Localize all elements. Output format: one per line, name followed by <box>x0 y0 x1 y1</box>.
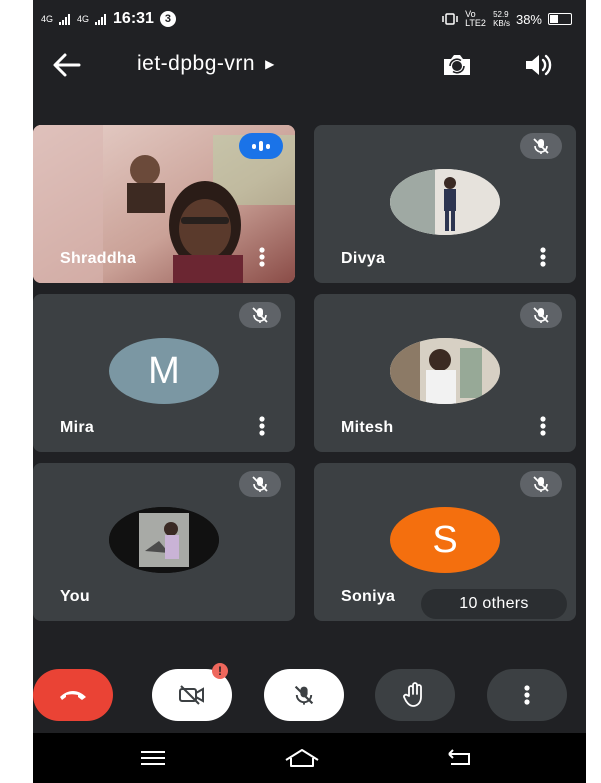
participant-name: Divya <box>341 250 386 267</box>
participant-name: Soniya <box>341 588 396 605</box>
others-count-chip[interactable]: 10 others <box>421 589 567 619</box>
mic-off-icon <box>294 685 314 705</box>
mic-off-icon <box>239 302 281 328</box>
participant-name: You <box>60 588 90 605</box>
participant-name: Mitesh <box>341 419 394 436</box>
mic-off-icon <box>239 471 281 497</box>
back-arrow-icon[interactable] <box>51 52 81 78</box>
speaking-indicator <box>239 133 283 159</box>
signal-icon <box>95 13 107 25</box>
network-indicator-1: 4G <box>41 13 54 24</box>
meeting-title[interactable]: iet-dpbg-vrn ▶ <box>137 52 275 76</box>
avatar <box>390 338 500 404</box>
battery-percent: 38% <box>515 11 542 27</box>
chevron-right-icon: ▶ <box>265 57 275 71</box>
avatar: S <box>390 507 500 573</box>
more-vert-icon[interactable] <box>540 416 546 436</box>
call-controls: ! <box>33 663 586 725</box>
mic-off-icon <box>520 302 562 328</box>
meeting-code: iet-dpbg-vrn <box>137 52 256 75</box>
network-indicator-2: 4G <box>77 13 90 24</box>
camera-off-icon <box>179 685 204 705</box>
status-bar: 4G 4G 16:31 3 Vo LTE2 52.9 KB/s 38% <box>33 0 586 42</box>
battery-icon <box>548 13 572 25</box>
raise-hand-button[interactable] <box>375 669 455 721</box>
end-call-button[interactable] <box>33 669 113 721</box>
phone-screen: 4G 4G 16:31 3 Vo LTE2 52.9 KB/s 38% iet-… <box>33 0 586 783</box>
more-options-icon <box>524 685 530 705</box>
mic-off-icon <box>520 471 562 497</box>
signal-icon <box>59 13 71 25</box>
participant-name: Shraddha <box>60 250 137 267</box>
avatar <box>390 169 500 235</box>
mic-toggle-button[interactable] <box>264 669 344 721</box>
participant-tile-you[interactable]: You <box>33 463 295 621</box>
participant-tile-mitesh[interactable]: Mitesh <box>314 294 576 452</box>
more-vert-icon[interactable] <box>259 416 265 436</box>
clock: 16:31 <box>113 10 154 27</box>
data-speed: 52.9 KB/s <box>493 10 510 28</box>
more-vert-icon[interactable] <box>540 247 546 267</box>
avatar <box>109 507 219 573</box>
vibrate-icon <box>442 13 458 25</box>
participant-name: Mira <box>60 419 95 436</box>
call-header: iet-dpbg-vrn ▶ <box>33 44 586 88</box>
participant-tile-divya[interactable]: Divya <box>314 125 576 283</box>
menu-icon[interactable] <box>138 748 168 766</box>
speaker-icon[interactable] <box>523 52 553 78</box>
mic-off-icon <box>520 133 562 159</box>
end-call-icon <box>60 691 86 700</box>
volte-label: Vo LTE2 <box>465 9 486 28</box>
avatar: M <box>109 338 219 404</box>
more-vert-icon[interactable] <box>259 247 265 267</box>
participant-tile-soniya[interactable]: S Soniya 10 others <box>314 463 576 621</box>
participant-tile-mira[interactable]: M Mira <box>33 294 295 452</box>
camera-alert-badge: ! <box>212 663 228 679</box>
participant-tile-shraddha[interactable]: Shraddha <box>33 125 295 283</box>
switch-camera-icon[interactable] <box>440 51 474 79</box>
home-icon[interactable] <box>284 748 320 768</box>
notification-badge: 3 <box>159 11 176 27</box>
system-nav-bar <box>33 733 586 783</box>
more-options-button[interactable] <box>487 669 567 721</box>
back-icon[interactable] <box>445 748 475 766</box>
camera-toggle-button[interactable]: ! <box>152 663 232 721</box>
raise-hand-icon <box>403 682 422 707</box>
